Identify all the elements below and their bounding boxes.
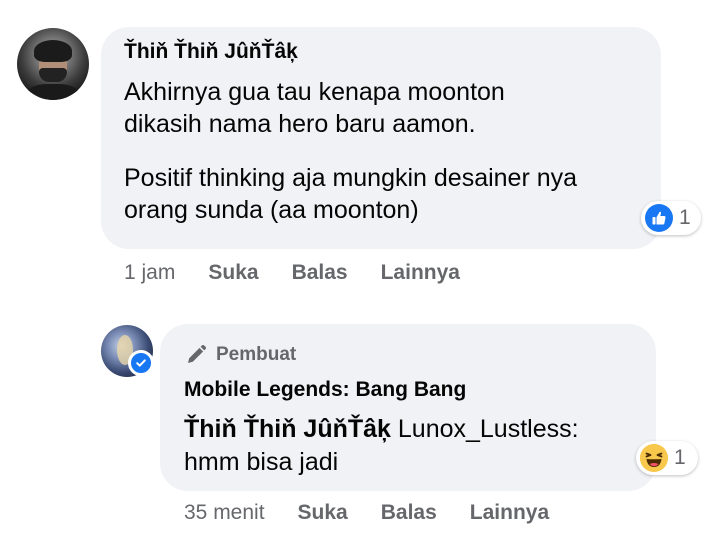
- reaction-count: 1: [674, 446, 686, 469]
- like-button[interactable]: Suka: [298, 501, 348, 525]
- reply-author-name[interactable]: Mobile Legends: Bang Bang: [184, 378, 466, 402]
- comment-line: dikasih nama hero baru aamon.: [124, 110, 476, 138]
- comment-actions: 1 jam Suka Balas Lainnya: [124, 261, 493, 285]
- avatar-mask: [39, 68, 67, 82]
- reply-text-part: Lunox_Lustless:: [390, 415, 579, 443]
- reply-timestamp[interactable]: 35 menit: [184, 501, 265, 525]
- avatar-hair: [34, 40, 72, 62]
- reply-text: Ťhiň Ťhiň JûňŤâķ Lunox_Lustless: hmm bis…: [184, 413, 634, 479]
- comment-author-name[interactable]: Ťhiň Ťhiň JûňŤâķ: [124, 40, 298, 64]
- comment-line: orang sunda (aa moonton): [124, 196, 419, 224]
- more-button[interactable]: Lainnya: [470, 501, 549, 525]
- reaction-count: 1: [679, 206, 691, 229]
- haha-icon: [640, 444, 668, 472]
- creator-badge-label: Pembuat: [216, 344, 297, 365]
- reply-button[interactable]: Balas: [292, 261, 348, 285]
- comment-text: Akhirnya gua tau kenapa moonton dikasih …: [124, 76, 644, 226]
- comment-timestamp[interactable]: 1 jam: [124, 261, 175, 285]
- creator-badge: Pembuat: [184, 343, 296, 367]
- pen-icon: [184, 343, 208, 367]
- comment-line: Positif thinking aja mungkin desainer ny…: [124, 164, 578, 192]
- comment-reaction-summary[interactable]: 1: [641, 201, 701, 235]
- like-button[interactable]: Suka: [208, 261, 258, 285]
- commenter-avatar[interactable]: [17, 28, 89, 100]
- mention-link[interactable]: Ťhiň Ťhiň JûňŤâķ: [184, 415, 391, 443]
- verified-badge-icon: [128, 350, 154, 376]
- comment-line: Akhirnya gua tau kenapa moonton: [124, 78, 505, 106]
- like-icon: [645, 204, 673, 232]
- reply-actions: 35 menit Suka Balas Lainnya: [184, 501, 582, 525]
- reply-text-line2: hmm bisa jadi: [184, 448, 339, 476]
- reply-reaction-summary[interactable]: 1: [636, 441, 698, 475]
- more-button[interactable]: Lainnya: [381, 261, 460, 285]
- reply-button[interactable]: Balas: [381, 501, 437, 525]
- avatar-shirt: [25, 84, 81, 100]
